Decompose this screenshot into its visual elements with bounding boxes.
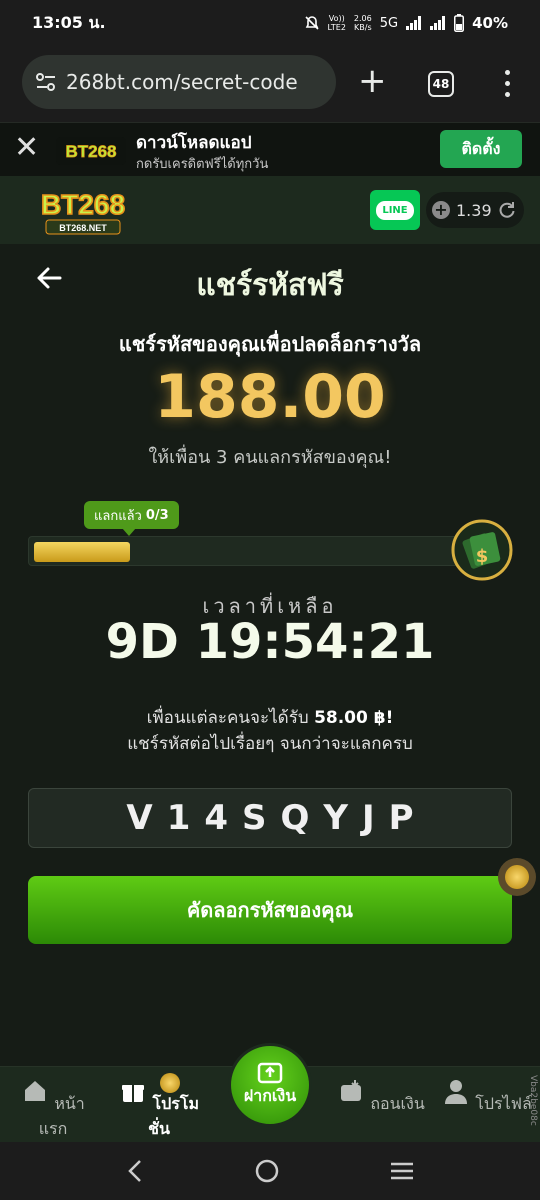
gift-icon <box>121 1085 144 1102</box>
progress-fill <box>34 542 130 562</box>
nav-withdraw-label: ถอนเงิน <box>370 1094 425 1113</box>
nav-profile[interactable]: โปรไฟล์ <box>442 1077 532 1117</box>
friend-reward-info: เพื่อนแต่ละคนจะได้รับ 58.00 ฿! <box>0 704 540 731</box>
friend-reward-text: เพื่อนแต่ละคนจะได้รับ <box>146 708 309 728</box>
browser-menu-icon[interactable] <box>500 70 514 100</box>
friend-reward-amount: 58.00 ฿! <box>314 708 394 728</box>
speed-indicator: 2.06 KB/s <box>353 14 372 32</box>
deposit-label: ฝากเงิน <box>243 1085 297 1105</box>
reward-amount: 188.00 <box>154 362 386 432</box>
svg-text:BT268: BT268 <box>41 189 125 220</box>
banner-subtitle: กดรับเครดิตฟรีได้ทุกวัน <box>136 157 269 172</box>
nav-promotions[interactable]: โปรโมชั่น <box>114 1077 204 1149</box>
deposit-button[interactable]: ฝากเงิน <box>228 1043 312 1127</box>
balance-value: 1.39 <box>456 200 492 220</box>
version-tag: Vba2be08c <box>528 1075 538 1126</box>
balance-display: + 1.39 <box>426 192 524 228</box>
share-hint: แชร์รหัสต่อไปเรื่อยๆ จนกว่าจะแลกครบ <box>127 734 413 754</box>
home-icon <box>25 1081 46 1101</box>
secret-code-panel: แชร์รหัสฟรี แชร์รหัสของคุณเพื่อปลดล็อกรา… <box>0 244 540 1066</box>
line-button[interactable]: LINE <box>370 190 420 230</box>
progress-count: 0/3 <box>145 507 169 523</box>
cash-reward-icon: $ <box>451 519 513 581</box>
status-time: 13:05 น. <box>32 12 106 32</box>
coin-icon <box>505 865 529 889</box>
browser-toolbar: 268bt.com/secret-code + 48 <box>0 46 540 122</box>
url-text[interactable]: 268bt.com/secret-code <box>66 70 298 94</box>
add-funds-icon[interactable]: + <box>432 201 450 219</box>
nav-home[interactable]: หน้าแรก <box>8 1077 98 1142</box>
svg-text:BT268: BT268 <box>65 142 116 161</box>
invite-text: ให้เพื่อน 3 คนแลกรหัสของคุณ! <box>148 447 392 468</box>
wallet-icon <box>341 1080 362 1101</box>
bottom-nav: หน้าแรก โปรโมชั่น ฝากเงิน ถอนเงิน โปรไฟล… <box>0 1043 540 1142</box>
floating-coin-button[interactable] <box>498 858 536 896</box>
site-logo[interactable]: BT268 BT268.NET <box>22 184 144 238</box>
battery-icon <box>454 14 465 32</box>
url-field[interactable]: 268bt.com/secret-code <box>22 55 336 109</box>
deposit-icon <box>257 1062 283 1083</box>
app-download-banner: ✕ BT268 ดาวน์โหลดแอป กดรับเครดิตฟรีได้ทุ… <box>0 122 540 176</box>
line-label: LINE <box>376 200 414 220</box>
install-button[interactable]: ติดตั้ง <box>440 130 522 168</box>
status-bar: 13:05 น. Vo)) LTE2 2.06 KB/s 5G 40% <box>0 0 540 46</box>
home-circle-icon[interactable] <box>254 1158 280 1184</box>
system-nav-bar <box>0 1142 540 1200</box>
back-icon[interactable] <box>125 1158 145 1184</box>
banner-logo: BT268 <box>56 137 126 165</box>
banner-title: ดาวน์โหลดแอป <box>136 133 252 153</box>
site-settings-icon[interactable] <box>36 73 56 91</box>
secret-code-box[interactable]: V14SQYJP <box>28 788 512 848</box>
progress-bubble: แลกแล้ว 0/3 <box>84 501 179 536</box>
countdown-timer: 9D 19:54:21 <box>105 614 435 670</box>
svg-text:$: $ <box>476 546 489 567</box>
refresh-icon[interactable] <box>498 201 516 219</box>
new-tab-icon[interactable]: + <box>358 64 387 98</box>
nav-profile-label: โปรไฟล์ <box>475 1094 532 1113</box>
nav-promotions-label: โปรโมชั่น <box>148 1094 200 1138</box>
copy-code-button[interactable]: คัดลอกรหัสของคุณ <box>28 876 512 944</box>
progress-track <box>28 536 474 566</box>
recents-icon[interactable] <box>389 1160 415 1182</box>
mute-icon <box>304 16 319 30</box>
nav-withdraw[interactable]: ถอนเงิน <box>336 1077 426 1117</box>
battery-percent: 40% <box>472 14 508 32</box>
svg-text:BT268.NET: BT268.NET <box>59 223 107 233</box>
status-icons: Vo)) LTE2 2.06 KB/s 5G 40% <box>304 14 508 32</box>
network-type: 5G <box>379 15 399 31</box>
progress-label: แลกแล้ว <box>94 508 142 524</box>
profile-icon <box>445 1080 468 1104</box>
signal-icon-2 <box>430 16 446 30</box>
promo-coin-icon <box>160 1073 180 1093</box>
site-header: BT268 BT268.NET LINE + 1.39 <box>0 176 540 244</box>
volte-indicator: Vo)) LTE2 <box>327 14 346 32</box>
page-title: แชร์รหัสฟรี <box>196 268 344 303</box>
tab-switcher-button[interactable]: 48 <box>428 71 454 97</box>
reward-subtitle: แชร์รหัสของคุณเพื่อปลดล็อกรางวัล <box>118 332 422 356</box>
close-icon[interactable]: ✕ <box>14 133 39 163</box>
signal-icon <box>406 16 422 30</box>
